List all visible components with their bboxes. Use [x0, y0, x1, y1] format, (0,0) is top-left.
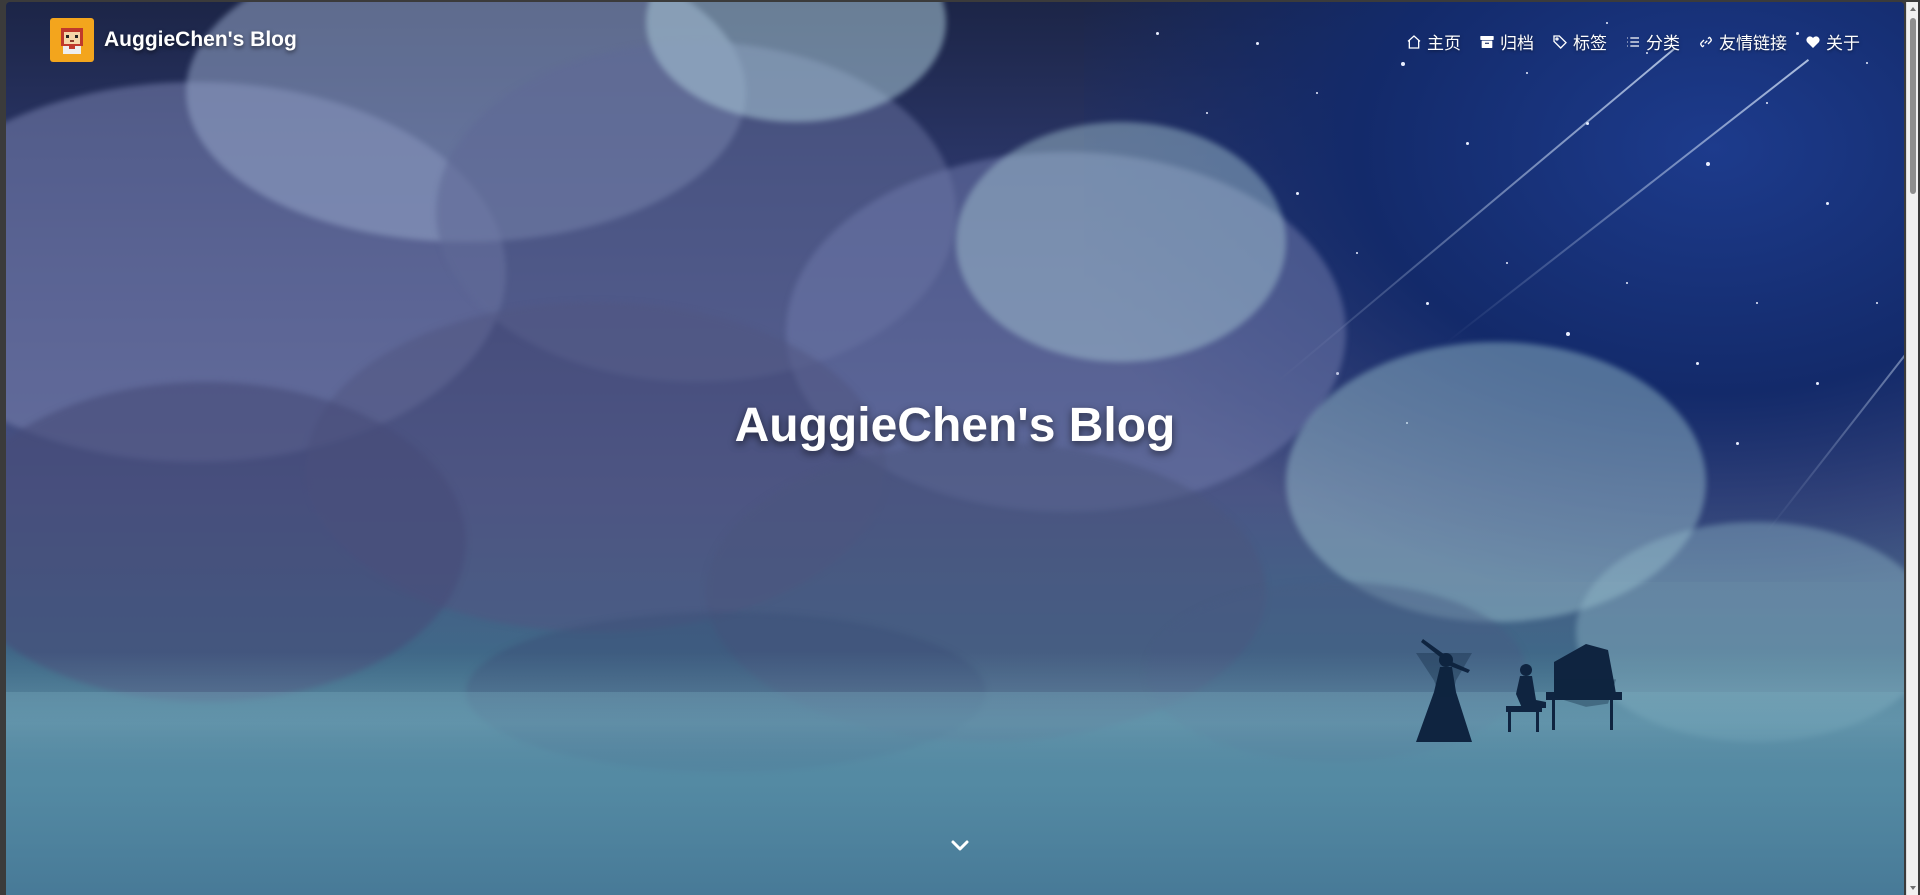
site-header: AuggieChen's Blog 主页 归档 标签 分类 友情链接 关于: [6, 2, 1904, 72]
hero-title: AuggieChen's Blog: [734, 399, 1176, 452]
musicians-silhouette: [1416, 639, 1622, 742]
link-icon: [1700, 36, 1712, 47]
nav-item-label: 主页: [1427, 34, 1461, 54]
nav-item-about[interactable]: 关于: [1805, 29, 1860, 54]
page-viewport: AuggieChen's Blog 主页 归档 标签 分类 友情链接 关于 Au…: [6, 2, 1904, 895]
nav-item-label: 关于: [1826, 34, 1860, 54]
nav-item-categories[interactable]: 分类: [1625, 29, 1680, 54]
heart-icon: [1806, 35, 1820, 48]
brand-logo: [50, 18, 94, 62]
nav-item-friend-links[interactable]: 友情链接: [1698, 29, 1787, 54]
main-nav: 主页 归档 标签 分类 友情链接 关于: [1406, 29, 1860, 54]
brand-name: AuggieChen's Blog: [104, 28, 297, 51]
brand-link[interactable]: AuggieChen's Blog: [50, 18, 297, 62]
nav-item-label: 标签: [1573, 34, 1607, 54]
nav-item-archive[interactable]: 归档: [1479, 29, 1534, 54]
scroll-up-arrow-icon[interactable]: [1909, 5, 1917, 13]
browser-window: AuggieChen's Blog 主页 归档 标签 分类 友情链接 关于 Au…: [0, 0, 1920, 895]
scrollbar-thumb[interactable]: [1910, 18, 1916, 194]
scroll-down-arrow-icon[interactable]: [1909, 884, 1917, 892]
chevron-down-icon[interactable]: [948, 834, 972, 858]
archive-icon: [1480, 35, 1494, 48]
tag-icon: [1553, 34, 1567, 49]
list-icon: [1627, 36, 1639, 47]
nav-item-label: 友情链接: [1719, 34, 1787, 54]
nav-item-label: 归档: [1500, 34, 1534, 54]
nav-item-label: 分类: [1646, 34, 1680, 54]
nav-item-home[interactable]: 主页: [1406, 29, 1461, 54]
vertical-scrollbar[interactable]: [1906, 2, 1918, 895]
nav-item-tags[interactable]: 标签: [1552, 29, 1607, 54]
home-icon: [1407, 34, 1421, 49]
avatar-icon: [61, 28, 83, 54]
